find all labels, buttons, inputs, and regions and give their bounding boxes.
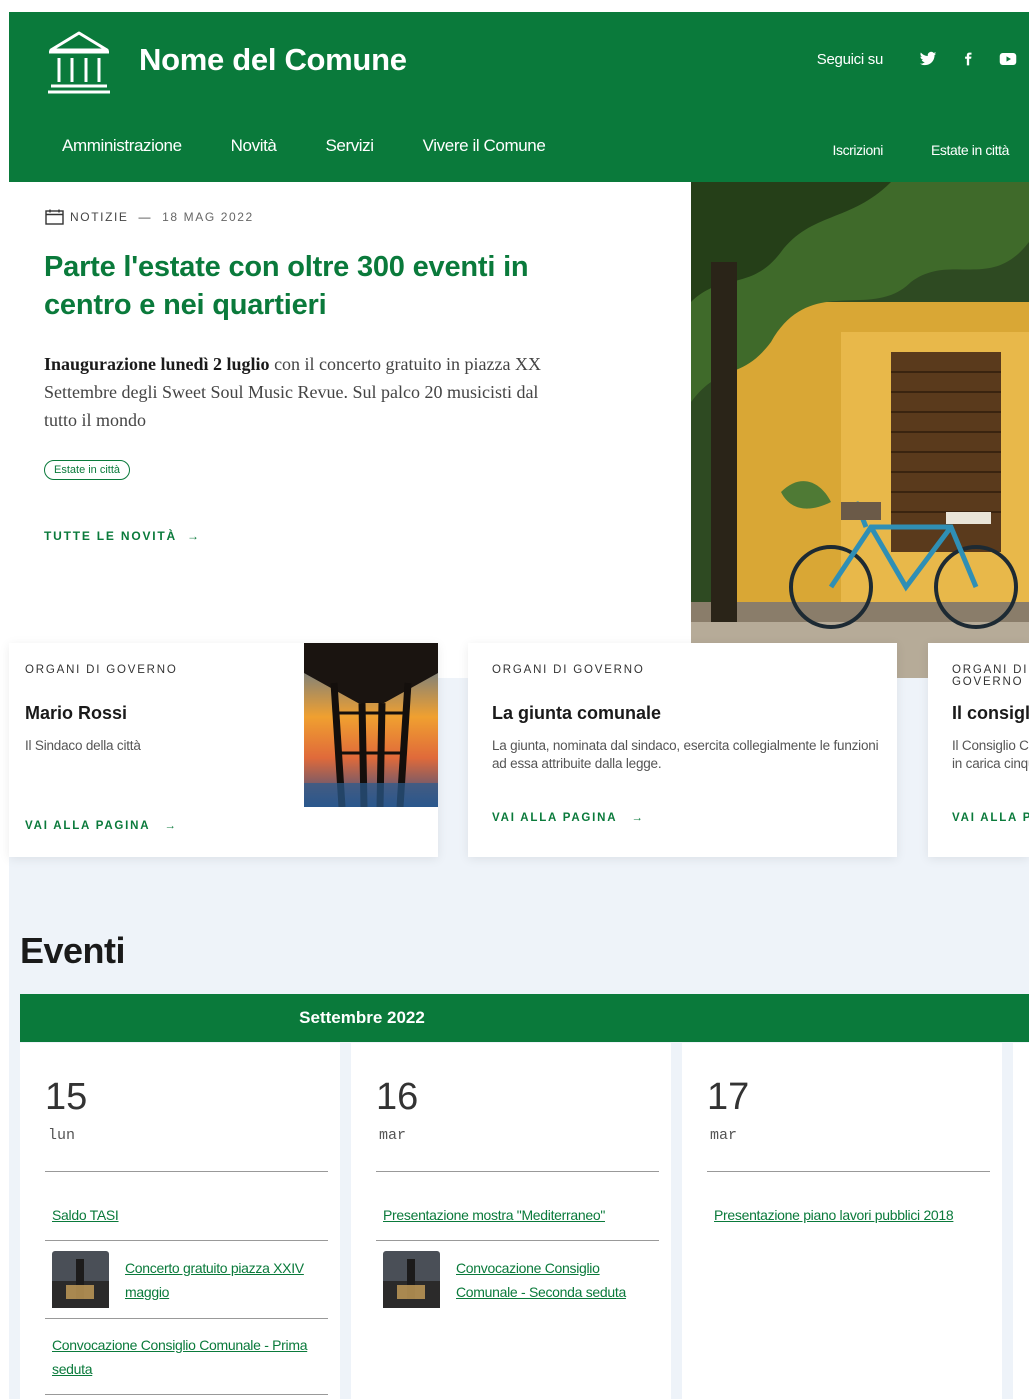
tag-chip[interactable]: Estate in città — [44, 460, 131, 480]
day-name: mar — [379, 1127, 407, 1144]
card-category: ORGANI DI GOVERNO — [25, 664, 178, 676]
facebook-icon[interactable] — [957, 48, 979, 70]
hero-category: NOTIZIE — [70, 210, 129, 224]
social-label: Seguici su — [816, 50, 884, 68]
all-news-label: TUTTE LE NOVITÀ — [44, 529, 177, 543]
twitter-icon[interactable] — [917, 48, 939, 70]
month-label: Settembre 2022 — [299, 1008, 425, 1027]
card-link-label: VAI ALLA PAGINA — [25, 820, 151, 832]
card-description: Il Consiglio Comunale è eletto dai citta… — [952, 738, 1029, 771]
day-column-17: 17 mar Presentazione piano lavori pubbli… — [682, 1043, 1002, 1399]
event-item[interactable]: Convocazione Consiglio Comunale - Prima … — [45, 1319, 328, 1395]
card-link-label: VAI ALLA PAGINA — [492, 812, 618, 824]
event-link[interactable]: Saldo TASI — [52, 1207, 119, 1223]
hero-title[interactable]: Parte l'estate con oltre 300 eventi in c… — [44, 248, 564, 324]
card-category: ORGANI DI GOVERNO — [952, 664, 1029, 688]
card-image — [304, 643, 438, 807]
social-bar: Seguici su — [817, 48, 1019, 70]
card-consiglio-comunale: ORGANI DI GOVERNO Il consiglio comunale … — [928, 643, 1029, 857]
day-name: mar — [710, 1127, 738, 1144]
event-link[interactable]: Convocazione Consiglio Comunale - Prima … — [52, 1337, 308, 1377]
event-thumbnail — [383, 1251, 440, 1308]
site-header: Nome del Comune Seguici su Amministrazio… — [9, 12, 1029, 182]
card-giunta-comunale: ORGANI DI GOVERNO La giunta comunale La … — [468, 643, 897, 857]
event-list: Saldo TASI Concerto gratuito piazza XXIV… — [45, 1189, 328, 1395]
brand[interactable]: Nome del Comune — [45, 24, 407, 96]
card-title[interactable]: Mario Rossi — [25, 703, 127, 724]
divider — [45, 1171, 328, 1172]
event-list: Presentazione piano lavori pubblici 2018 — [707, 1189, 990, 1240]
event-link[interactable]: Presentazione mostra "Mediterraneo" — [383, 1207, 605, 1223]
site-name: Nome del Comune — [139, 42, 407, 77]
arrow-right-icon: → — [164, 820, 178, 832]
nav-item-servizi[interactable]: Servizi — [325, 136, 374, 156]
event-item[interactable]: Convocazione Consiglio Comunale - Second… — [376, 1241, 659, 1318]
municipality-logo-icon — [48, 31, 110, 94]
card-description: Il Sindaco della città — [25, 738, 141, 753]
event-link[interactable]: Concerto gratuito piazza XXIV maggio — [125, 1256, 321, 1304]
nav-item-amministrazione[interactable]: Amministrazione — [62, 136, 182, 156]
event-link[interactable]: Presentazione piano lavori pubblici 2018 — [714, 1207, 954, 1223]
card-category: ORGANI DI GOVERNO — [492, 664, 645, 676]
event-item[interactable]: Presentazione piano lavori pubblici 2018 — [707, 1189, 990, 1240]
card-link[interactable]: VAI ALLA PAGINA — [952, 812, 1029, 824]
day-column-partial — [1013, 1043, 1029, 1399]
secondary-nav: Iscrizioni Estate in città — [784, 142, 1009, 158]
main-nav: Amministrazione Novità Servizi Vivere il… — [62, 136, 594, 156]
card-link[interactable]: VAI ALLA PAGINA → — [492, 812, 645, 824]
nav-item-estate-in-citta[interactable]: Estate in città — [931, 142, 1009, 158]
day-column-16: 16 mar Presentazione mostra "Mediterrane… — [351, 1043, 671, 1399]
month-bar: Settembre 2022 — [20, 994, 1029, 1042]
event-link[interactable]: Convocazione Consiglio Comunale - Second… — [456, 1256, 652, 1304]
day-number: 17 — [707, 1076, 750, 1118]
event-item[interactable]: Presentazione mostra "Mediterraneo" — [376, 1189, 659, 1241]
hero-meta: NOTIZIE — 18 MAG 2022 — [45, 209, 254, 225]
day-column-15: 15 lun Saldo TASI Concerto gratuito piaz… — [20, 1043, 340, 1399]
day-number: 16 — [376, 1076, 419, 1118]
hero-separator: — — [138, 210, 153, 224]
hero-text-bold: Inaugurazione lunedì 2 luglio — [44, 354, 270, 374]
divider — [376, 1171, 659, 1172]
card-mario-rossi: ORGANI DI GOVERNO Mario Rossi Il Sindaco… — [9, 643, 438, 857]
divider — [707, 1171, 990, 1172]
card-link-label: VAI ALLA PAGINA — [952, 812, 1029, 824]
day-number: 15 — [45, 1076, 88, 1118]
day-name: lun — [48, 1127, 76, 1144]
event-list: Presentazione mostra "Mediterraneo" Conv… — [376, 1189, 659, 1318]
nav-item-novita[interactable]: Novità — [231, 136, 277, 156]
hero-text: Inaugurazione lunedì 2 luglio con il con… — [44, 350, 544, 434]
nav-item-vivere-il-comune[interactable]: Vivere il Comune — [423, 136, 546, 156]
youtube-icon[interactable] — [997, 48, 1019, 70]
hero-date: 18 MAG 2022 — [162, 210, 254, 224]
all-news-link[interactable]: TUTTE LE NOVITÀ → — [44, 529, 201, 543]
calendar-icon — [45, 209, 64, 225]
hero-image — [691, 182, 1029, 678]
event-item[interactable]: Concerto gratuito piazza XXIV maggio — [45, 1241, 328, 1319]
card-title[interactable]: La giunta comunale — [492, 703, 661, 724]
card-link[interactable]: VAI ALLA PAGINA → — [25, 820, 178, 832]
card-description: La giunta, nominata dal sindaco, esercit… — [492, 738, 879, 771]
arrow-right-icon: → — [187, 529, 201, 543]
events-title: Eventi — [20, 930, 126, 971]
card-title[interactable]: Il consiglio comunale — [952, 703, 1029, 724]
hero-news: NOTIZIE — 18 MAG 2022 Parte l'estate con… — [9, 182, 1029, 678]
event-thumbnail — [52, 1251, 109, 1308]
event-item[interactable]: Saldo TASI — [45, 1189, 328, 1241]
arrow-right-icon: → — [631, 812, 645, 824]
nav-item-iscrizioni[interactable]: Iscrizioni — [832, 142, 883, 158]
